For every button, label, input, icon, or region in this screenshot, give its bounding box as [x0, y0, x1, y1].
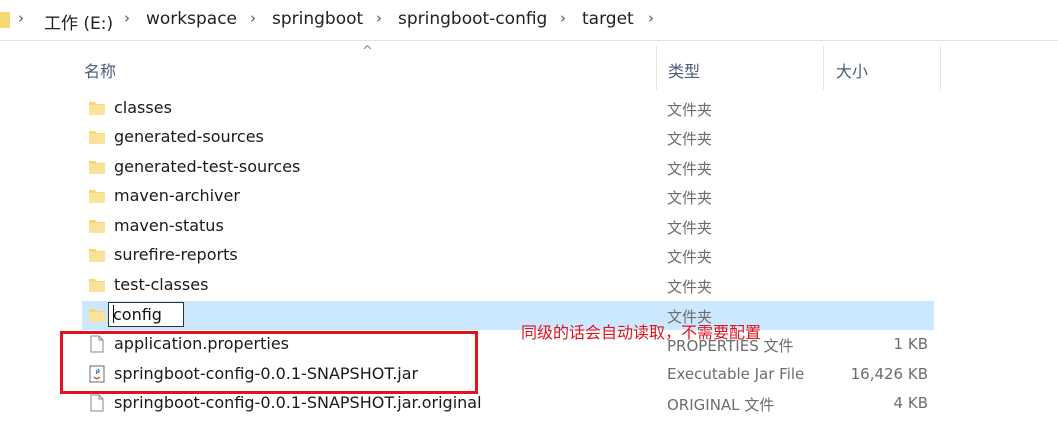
- folder-icon: [88, 217, 106, 235]
- file-row[interactable]: classes 文件夹: [82, 94, 934, 123]
- rename-input[interactable]: config: [108, 302, 184, 327]
- file-name: maven-archiver: [114, 186, 240, 205]
- breadcrumb-workspace[interactable]: workspace: [146, 9, 237, 29]
- file-row[interactable]: surefire-reports 文件夹: [82, 241, 934, 270]
- file-type: 文件夹: [667, 219, 713, 237]
- file-name: classes: [114, 98, 172, 117]
- file-name: test-classes: [114, 275, 209, 294]
- breadcrumb-springboot-config[interactable]: springboot-config: [398, 9, 547, 29]
- annotation-highlight-box: [60, 331, 478, 394]
- chevron-right-icon[interactable]: ›: [250, 9, 256, 27]
- folder-icon: [0, 12, 10, 28]
- text-caret: [113, 305, 114, 323]
- annotation-text: 同级的话会自动读取，不需要配置: [521, 323, 762, 342]
- folder-icon: [88, 276, 106, 294]
- folder-icon: [88, 246, 106, 264]
- folder-icon: [88, 128, 106, 146]
- file-row[interactable]: config 文件夹: [82, 301, 934, 330]
- chevron-right-icon[interactable]: ›: [648, 9, 654, 27]
- chevron-right-icon[interactable]: ›: [124, 9, 130, 27]
- breadcrumb-springboot[interactable]: springboot: [272, 9, 363, 29]
- file-type: 文件夹: [667, 101, 713, 119]
- column-divider[interactable]: [656, 46, 657, 90]
- column-header-name[interactable]: 名称: [84, 58, 116, 82]
- column-header-type[interactable]: 类型: [668, 58, 700, 82]
- file-row[interactable]: maven-status 文件夹: [82, 212, 934, 241]
- file-size: 4 KB: [893, 394, 928, 412]
- file-size: 16,426 KB: [850, 365, 928, 383]
- column-divider[interactable]: [823, 46, 824, 90]
- file-name: maven-status: [114, 216, 224, 235]
- file-name: generated-test-sources: [114, 157, 301, 176]
- breadcrumb-target[interactable]: target: [582, 9, 634, 29]
- file-icon: [88, 394, 106, 412]
- folder-icon: [88, 306, 106, 324]
- file-row[interactable]: maven-archiver 文件夹: [82, 182, 934, 211]
- chevron-right-icon[interactable]: ›: [560, 9, 566, 27]
- file-row[interactable]: generated-sources 文件夹: [82, 123, 934, 152]
- chevron-right-icon: ›: [18, 9, 24, 27]
- sort-ascending-icon: ^: [362, 44, 373, 59]
- file-type: 文件夹: [667, 248, 713, 266]
- folder-icon: [88, 187, 106, 205]
- file-row[interactable]: generated-test-sources 文件夹: [82, 153, 934, 182]
- file-name: surefire-reports: [114, 245, 238, 264]
- file-type: 文件夹: [667, 130, 713, 148]
- file-type: Executable Jar File: [667, 365, 805, 383]
- chevron-right-icon[interactable]: ›: [376, 9, 382, 27]
- folder-icon: [88, 99, 106, 117]
- folder-icon: [88, 158, 106, 176]
- file-type: 文件夹: [667, 278, 713, 296]
- breadcrumb-drive[interactable]: 工作 (E:): [44, 9, 113, 34]
- file-type: 文件夹: [667, 160, 713, 178]
- column-divider[interactable]: [940, 46, 941, 90]
- address-bar[interactable]: › 工作 (E:) › workspace › springboot › spr…: [0, 0, 1058, 41]
- rename-input-text: config: [113, 305, 162, 324]
- file-row[interactable]: test-classes 文件夹: [82, 271, 934, 300]
- file-type: 文件夹: [667, 189, 713, 207]
- column-header-row: ^ 名称 类型 大小: [60, 44, 1058, 90]
- file-size: 1 KB: [893, 335, 928, 353]
- file-name: generated-sources: [114, 127, 264, 146]
- file-type: ORIGINAL 文件: [667, 396, 775, 414]
- file-name: springboot-config-0.0.1-SNAPSHOT.jar.ori…: [114, 393, 482, 412]
- column-header-size[interactable]: 大小: [836, 58, 868, 82]
